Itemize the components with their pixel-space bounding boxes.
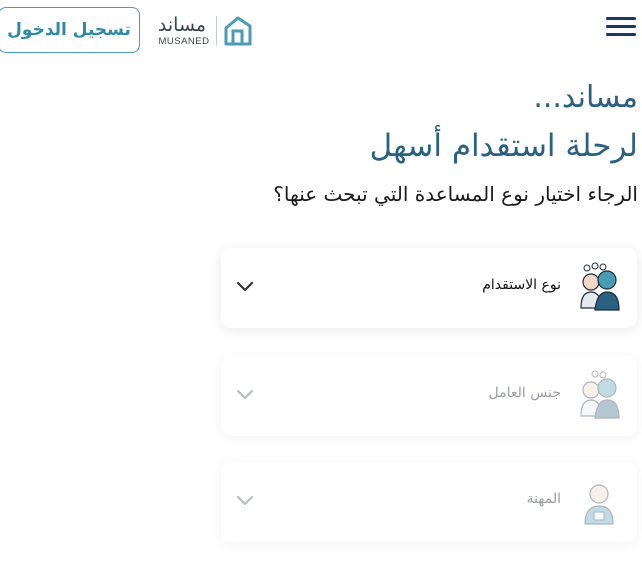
- worker-gender-icon: [580, 370, 620, 419]
- hero-title-line-2: لرحلة استقدام أسهل: [369, 128, 638, 164]
- recruitment-type-dropdown[interactable]: نوع الاستقدام: [221, 248, 637, 328]
- profession-dropdown: المهنة: [221, 462, 637, 542]
- profession-icon: [584, 484, 614, 525]
- profession-label: المهنة: [526, 491, 561, 507]
- logo-divider: [216, 16, 217, 46]
- worker-gender-label: جنس العامل: [488, 385, 561, 401]
- hero-title-line-1: مساند...: [533, 80, 638, 115]
- help-type-question: الرجاء اختيار نوع المساعدة التي تبحث عنه…: [273, 182, 638, 206]
- logo-arabic-text: مساند: [157, 14, 207, 36]
- chevron-down-icon: [236, 281, 254, 292]
- login-button[interactable]: تسجيل الدخول: [0, 7, 140, 53]
- logo-mark-icon: [224, 16, 252, 46]
- top-header: تسجيل الدخول مساند MUSANED: [0, 0, 642, 60]
- recruitment-type-icon: [580, 262, 620, 311]
- chevron-down-icon: [236, 389, 254, 400]
- logo-english-text: MUSANED: [158, 36, 210, 47]
- musaned-logo[interactable]: مساند MUSANED: [156, 14, 256, 48]
- hamburger-menu-icon[interactable]: [606, 17, 636, 41]
- chevron-down-icon: [236, 495, 254, 506]
- worker-gender-dropdown: جنس العامل: [221, 356, 637, 436]
- recruitment-type-label: نوع الاستقدام: [482, 277, 561, 293]
